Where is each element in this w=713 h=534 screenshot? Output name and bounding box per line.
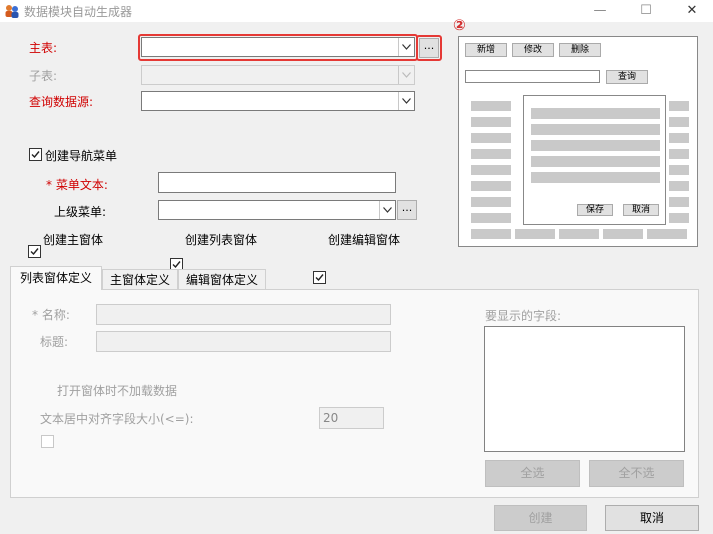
select-none-button[interactable]: 全不选 (589, 460, 684, 487)
preview-grid-cell (471, 101, 511, 111)
tab-list-form[interactable]: 列表窗体定义 (10, 266, 102, 290)
preview-search-box (465, 70, 600, 83)
preview-grid-cell (669, 213, 689, 223)
preview-grid-cell (471, 181, 511, 191)
highlight-box-2 (416, 35, 442, 61)
preview-grid-cell (471, 133, 511, 143)
create-edit-label: 创建编辑窗体 (328, 233, 401, 247)
preview-cancel-button: 取消 (623, 204, 659, 216)
preview-edit-dialog: 保存 取消 (523, 95, 666, 225)
preview-grid-cell (471, 229, 511, 239)
preview-new-button: 新增 (465, 43, 507, 57)
layout-preview: 新增 修改 删除 查询 保存 取消 (458, 36, 698, 247)
preview-grid-cell (669, 181, 689, 191)
title-input[interactable] (96, 331, 391, 352)
preview-save-button: 保存 (577, 204, 613, 216)
preview-grid-cell (471, 165, 511, 175)
window-title: 数据模块自动生成器 (24, 5, 133, 19)
main-table-label: 主表: (29, 41, 58, 55)
app-users-icon (4, 3, 20, 19)
name-label: * 名称: (32, 308, 70, 322)
check-icon (172, 261, 181, 269)
cancel-button[interactable]: 取消 (605, 505, 699, 531)
preview-grid-cell (603, 229, 643, 239)
preview-query-button: 查询 (606, 70, 648, 84)
chevron-down-icon[interactable] (379, 201, 395, 219)
create-main-label: 创建主窗体 (43, 233, 104, 247)
center-align-label: 文本居中对齐字段大小(<=): (40, 412, 194, 426)
check-icon (315, 274, 324, 282)
parent-menu-label: 上级菜单: (54, 205, 107, 219)
preview-delete-button: 删除 (559, 43, 601, 57)
preview-field-bar (531, 172, 660, 183)
no-load-checkbox[interactable] (41, 435, 54, 448)
preview-grid-cell (471, 197, 511, 207)
annotation-2: ② (453, 16, 466, 34)
select-all-button[interactable]: 全选 (485, 460, 580, 487)
minimize-button[interactable]: — (577, 0, 623, 22)
tab-edit-form[interactable]: 编辑窗体定义 (178, 269, 266, 290)
preview-grid-cell (647, 229, 687, 239)
preview-field-bar (531, 140, 660, 151)
preview-grid-cell (669, 197, 689, 207)
preview-grid-cell (669, 149, 689, 159)
preview-grid-cell (669, 133, 689, 143)
create-main-checkbox[interactable] (28, 245, 41, 258)
preview-grid-cell (669, 117, 689, 127)
sub-table-label: 子表: (29, 69, 58, 83)
sub-table-combo[interactable] (141, 65, 415, 85)
parent-menu-combo[interactable] (158, 200, 396, 220)
query-source-label: 查询数据源: (29, 95, 94, 109)
preview-field-bar (531, 124, 660, 135)
preview-edit-button: 修改 (512, 43, 554, 57)
create-nav-menu-checkbox[interactable] (29, 148, 42, 161)
preview-field-bar (531, 156, 660, 167)
center-align-input[interactable]: 20 (319, 407, 384, 429)
preview-grid-cell (471, 149, 511, 159)
tab-main-form[interactable]: 主窗体定义 (102, 269, 178, 290)
fields-label: 要显示的字段: (485, 309, 562, 323)
create-list-label: 创建列表窗体 (185, 233, 258, 247)
preview-grid-cell (515, 229, 555, 239)
maximize-button[interactable]: ☐ (623, 0, 669, 22)
preview-grid-cell (559, 229, 599, 239)
title-label: 标题: (40, 335, 69, 349)
create-nav-menu-label: 创建导航菜单 (45, 149, 118, 163)
highlight-box-1 (138, 34, 418, 61)
name-input[interactable] (96, 304, 391, 325)
preview-field-bar (531, 108, 660, 119)
menu-text-label: * 菜单文本: (46, 178, 108, 192)
check-icon (31, 151, 40, 159)
preview-grid-cell (669, 165, 689, 175)
create-button[interactable]: 创建 (494, 505, 587, 531)
close-button[interactable]: ✕ (669, 0, 713, 22)
query-source-combo[interactable] (141, 91, 415, 111)
no-load-label: 打开窗体时不加载数据 (57, 384, 178, 398)
create-edit-checkbox[interactable] (313, 271, 326, 284)
preview-grid-cell (471, 213, 511, 223)
chevron-down-icon[interactable] (398, 92, 414, 110)
preview-grid-cell (669, 101, 689, 111)
fields-listbox[interactable] (484, 326, 685, 452)
chevron-down-icon (398, 66, 414, 84)
check-icon (30, 248, 39, 256)
parent-menu-browse-button[interactable]: ... (397, 200, 417, 220)
menu-text-input[interactable] (158, 172, 396, 193)
preview-grid-cell (471, 117, 511, 127)
